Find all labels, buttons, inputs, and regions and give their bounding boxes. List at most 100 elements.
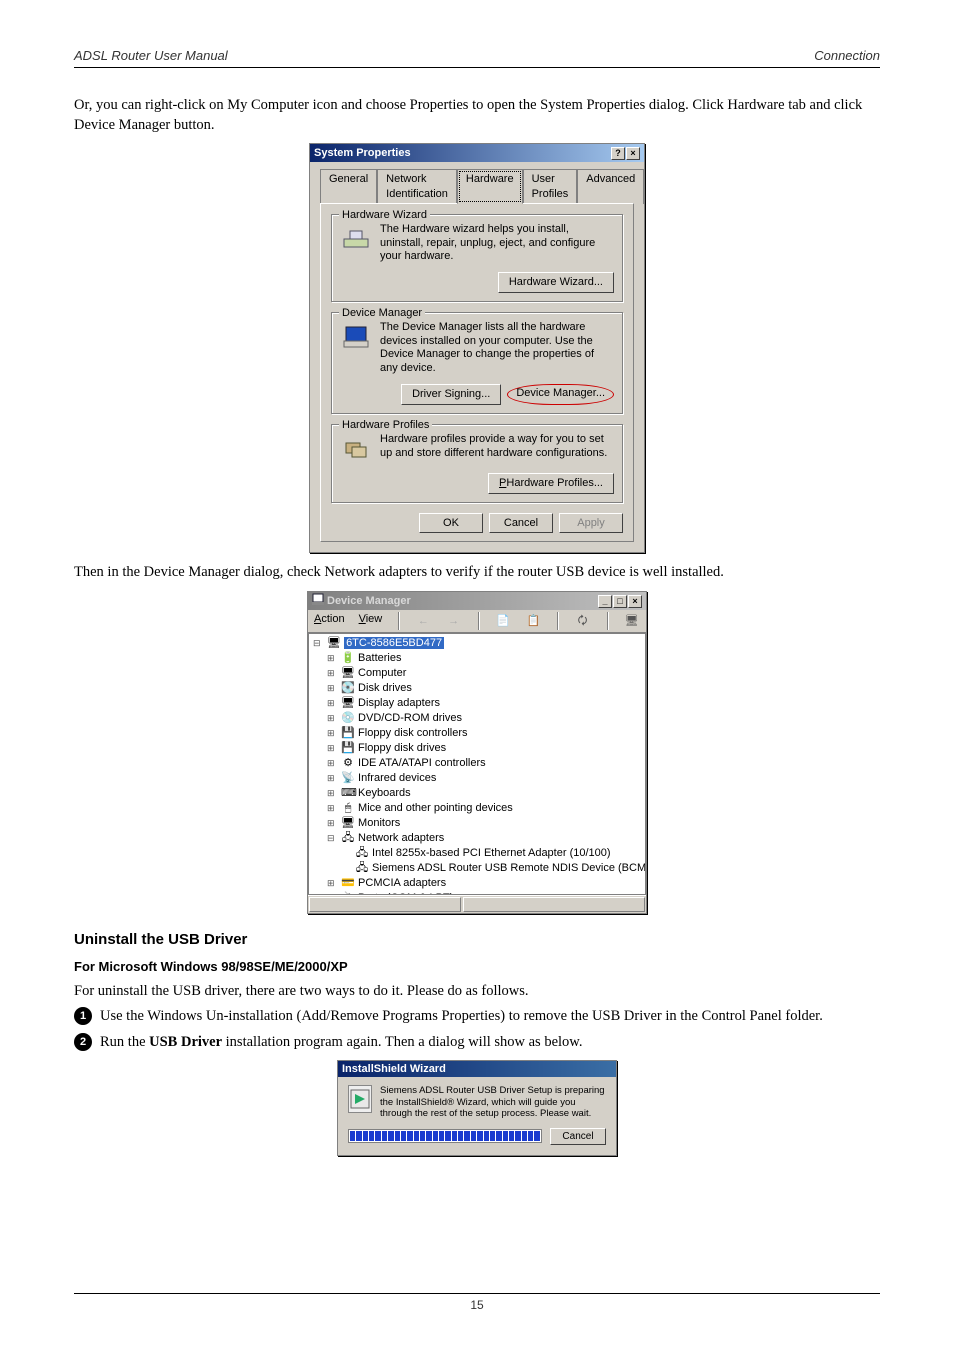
system-properties-window: System Properties ? × General Network Id… xyxy=(309,143,645,553)
hw-wizard-text: The Hardware wizard helps you install, u… xyxy=(380,223,614,264)
tab-hardware[interactable]: Hardware xyxy=(457,169,523,204)
close-icon[interactable]: × xyxy=(626,147,640,160)
progress-segment xyxy=(503,1131,508,1141)
hardware-wizard-button[interactable]: Hardware Wizard... xyxy=(498,272,614,293)
group-hardware-wizard: Hardware Wizard The Hardware wizard help… xyxy=(331,214,623,302)
batteries-icon: 🔋 xyxy=(341,651,355,666)
tree-item[interactable]: 🖧 Network adapters🖧 Intel 8255x-based PC… xyxy=(341,831,641,876)
tab-advanced[interactable]: Advanced xyxy=(577,169,644,204)
progress-segment xyxy=(369,1131,374,1141)
tree-item-label: Floppy disk drives xyxy=(355,742,446,754)
devmgr-titlebar: Device Manager _ □ × xyxy=(308,592,646,610)
forward-icon[interactable]: → xyxy=(446,612,462,630)
tree-item[interactable]: 🔋 Batteries xyxy=(341,651,641,666)
refresh-icon[interactable]: 🗘 xyxy=(574,612,590,630)
tree-item-label: DVD/CD-ROM drives xyxy=(355,712,462,724)
hw-profiles-text: Hardware profiles provide a way for you … xyxy=(380,433,614,465)
step-1-badge: 1 xyxy=(74,1007,92,1025)
step-2-badge: 2 xyxy=(74,1033,92,1051)
progress-segment xyxy=(395,1131,400,1141)
step-1-text: Use the Windows Un-installation (Add/Rem… xyxy=(100,1007,823,1027)
tree-item-label: Intel 8255x-based PCI Ethernet Adapter (… xyxy=(369,847,611,859)
sysprops-titlebar: System Properties ? × xyxy=(310,144,644,162)
progress-segment xyxy=(522,1131,527,1141)
help-icon[interactable]: ? xyxy=(611,147,625,160)
tree-item[interactable]: 🖥 Monitors xyxy=(341,816,641,831)
tree-item[interactable]: 💽 Disk drives xyxy=(341,681,641,696)
tree-item[interactable]: 🖥 Display adapters xyxy=(341,696,641,711)
pcmcia-adapters-icon: 💳 xyxy=(341,876,355,891)
progress-segment xyxy=(414,1131,419,1141)
dvd-cd-rom-drives-icon: 💿 xyxy=(341,711,355,726)
progress-segment xyxy=(439,1131,444,1141)
infrared-devices-icon: 📡 xyxy=(341,771,355,786)
header-left: ADSL Router User Manual xyxy=(74,48,228,63)
progress-segment xyxy=(477,1131,482,1141)
iswiz-progress xyxy=(348,1129,542,1143)
hardware-wizard-icon xyxy=(340,223,372,255)
maximize-icon[interactable]: □ xyxy=(613,595,627,608)
progress-segment xyxy=(515,1131,520,1141)
progress-segment xyxy=(420,1131,425,1141)
progress-segment xyxy=(445,1131,450,1141)
tree-item-label: PCMCIA adapters xyxy=(355,877,446,889)
tree-item-label: Mice and other pointing devices xyxy=(355,802,513,814)
device-tree[interactable]: 🖥 6TC-8586E5BD477 🔋 Batteries🖥 Computer💽… xyxy=(308,633,646,895)
tree-item[interactable]: 💿 DVD/CD-ROM drives xyxy=(341,711,641,726)
display-adapters-icon: 🖥 xyxy=(341,696,355,711)
computer-icon: 🖥 xyxy=(341,666,355,681)
back-icon[interactable]: ← xyxy=(415,612,431,630)
page-footer: 15 xyxy=(74,1293,880,1312)
up-icon[interactable]: 📄 xyxy=(495,612,511,630)
close-icon[interactable]: × xyxy=(628,595,642,608)
device-manager-window: Device Manager _ □ × Action View ← → 📄 📋… xyxy=(307,591,647,914)
tree-item[interactable]: 🖧 Intel 8255x-based PCI Ethernet Adapter… xyxy=(355,846,641,861)
progress-segment xyxy=(509,1131,514,1141)
iswiz-cancel-button[interactable]: Cancel xyxy=(550,1128,606,1146)
hardware-profiles-button[interactable]: PHardware Profiles... xyxy=(488,473,614,494)
tree-item[interactable]: 💳 PCMCIA adapters xyxy=(341,876,641,891)
scan-icon[interactable]: 🖥 xyxy=(624,612,640,630)
floppy-disk-controllers-icon: 💾 xyxy=(341,726,355,741)
properties-icon[interactable]: 📋 xyxy=(525,612,541,630)
device-manager-text: The Device Manager lists all the hardwar… xyxy=(380,321,614,376)
hw-profiles-btn-text: Hardware Profiles... xyxy=(506,477,603,489)
cancel-button[interactable]: Cancel xyxy=(489,513,553,534)
mice-and-other-pointing-devices-icon: 🖱 xyxy=(341,801,355,816)
step-2-text: Run the USB Driver installation program … xyxy=(100,1033,582,1053)
tab-general[interactable]: General xyxy=(320,169,377,204)
tree-item[interactable]: ⌨ Keyboards xyxy=(341,786,641,801)
tree-item[interactable]: 🖧 Siemens ADSL Router USB Remote NDIS De… xyxy=(355,861,641,876)
progress-segment xyxy=(382,1131,387,1141)
tree-item[interactable]: 📡 Infrared devices xyxy=(341,771,641,786)
tree-root[interactable]: 🖥 6TC-8586E5BD477 🔋 Batteries🖥 Computer💽… xyxy=(327,636,641,895)
ok-button[interactable]: OK xyxy=(419,513,483,534)
tree-item-label: Display adapters xyxy=(355,697,440,709)
tree-item[interactable]: 🖱 Mice and other pointing devices xyxy=(341,801,641,816)
progress-segment xyxy=(528,1131,533,1141)
menu-view[interactable]: View xyxy=(359,612,383,630)
progress-segment xyxy=(490,1131,495,1141)
tree-item[interactable]: 🖥 Computer xyxy=(341,666,641,681)
devmgr-app-icon xyxy=(312,593,324,610)
tab-network-id[interactable]: Network Identification xyxy=(377,169,457,204)
tree-item[interactable]: ⚙ IDE ATA/ATAPI controllers xyxy=(341,756,641,771)
device-manager-button[interactable]: Device Manager... xyxy=(507,384,614,405)
header-right: Connection xyxy=(814,48,880,63)
minimize-icon[interactable]: _ xyxy=(598,595,612,608)
ide-ata-atapi-controllers-icon: ⚙ xyxy=(341,756,355,771)
tree-item[interactable]: 💾 Floppy disk controllers xyxy=(341,726,641,741)
progress-segment xyxy=(484,1131,489,1141)
tab-user-profiles[interactable]: User Profiles xyxy=(523,169,578,204)
group-device-manager: Device Manager The Device Manager lists … xyxy=(331,312,623,414)
menu-action[interactable]: Action xyxy=(314,612,345,630)
tree-item[interactable]: 💾 Floppy disk drives xyxy=(341,741,641,756)
intro-paragraph-0: Or, you can right-click on My Computer i… xyxy=(74,96,880,135)
network-adapters-icon: 🖧 xyxy=(341,831,355,846)
floppy-disk-drives-icon: 💾 xyxy=(341,741,355,756)
header-rule xyxy=(74,67,880,68)
devmgr-title: Device Manager xyxy=(327,594,411,609)
monitors-icon: 🖥 xyxy=(341,816,355,831)
driver-signing-button[interactable]: Driver Signing... xyxy=(401,384,501,405)
progress-segment xyxy=(471,1131,476,1141)
